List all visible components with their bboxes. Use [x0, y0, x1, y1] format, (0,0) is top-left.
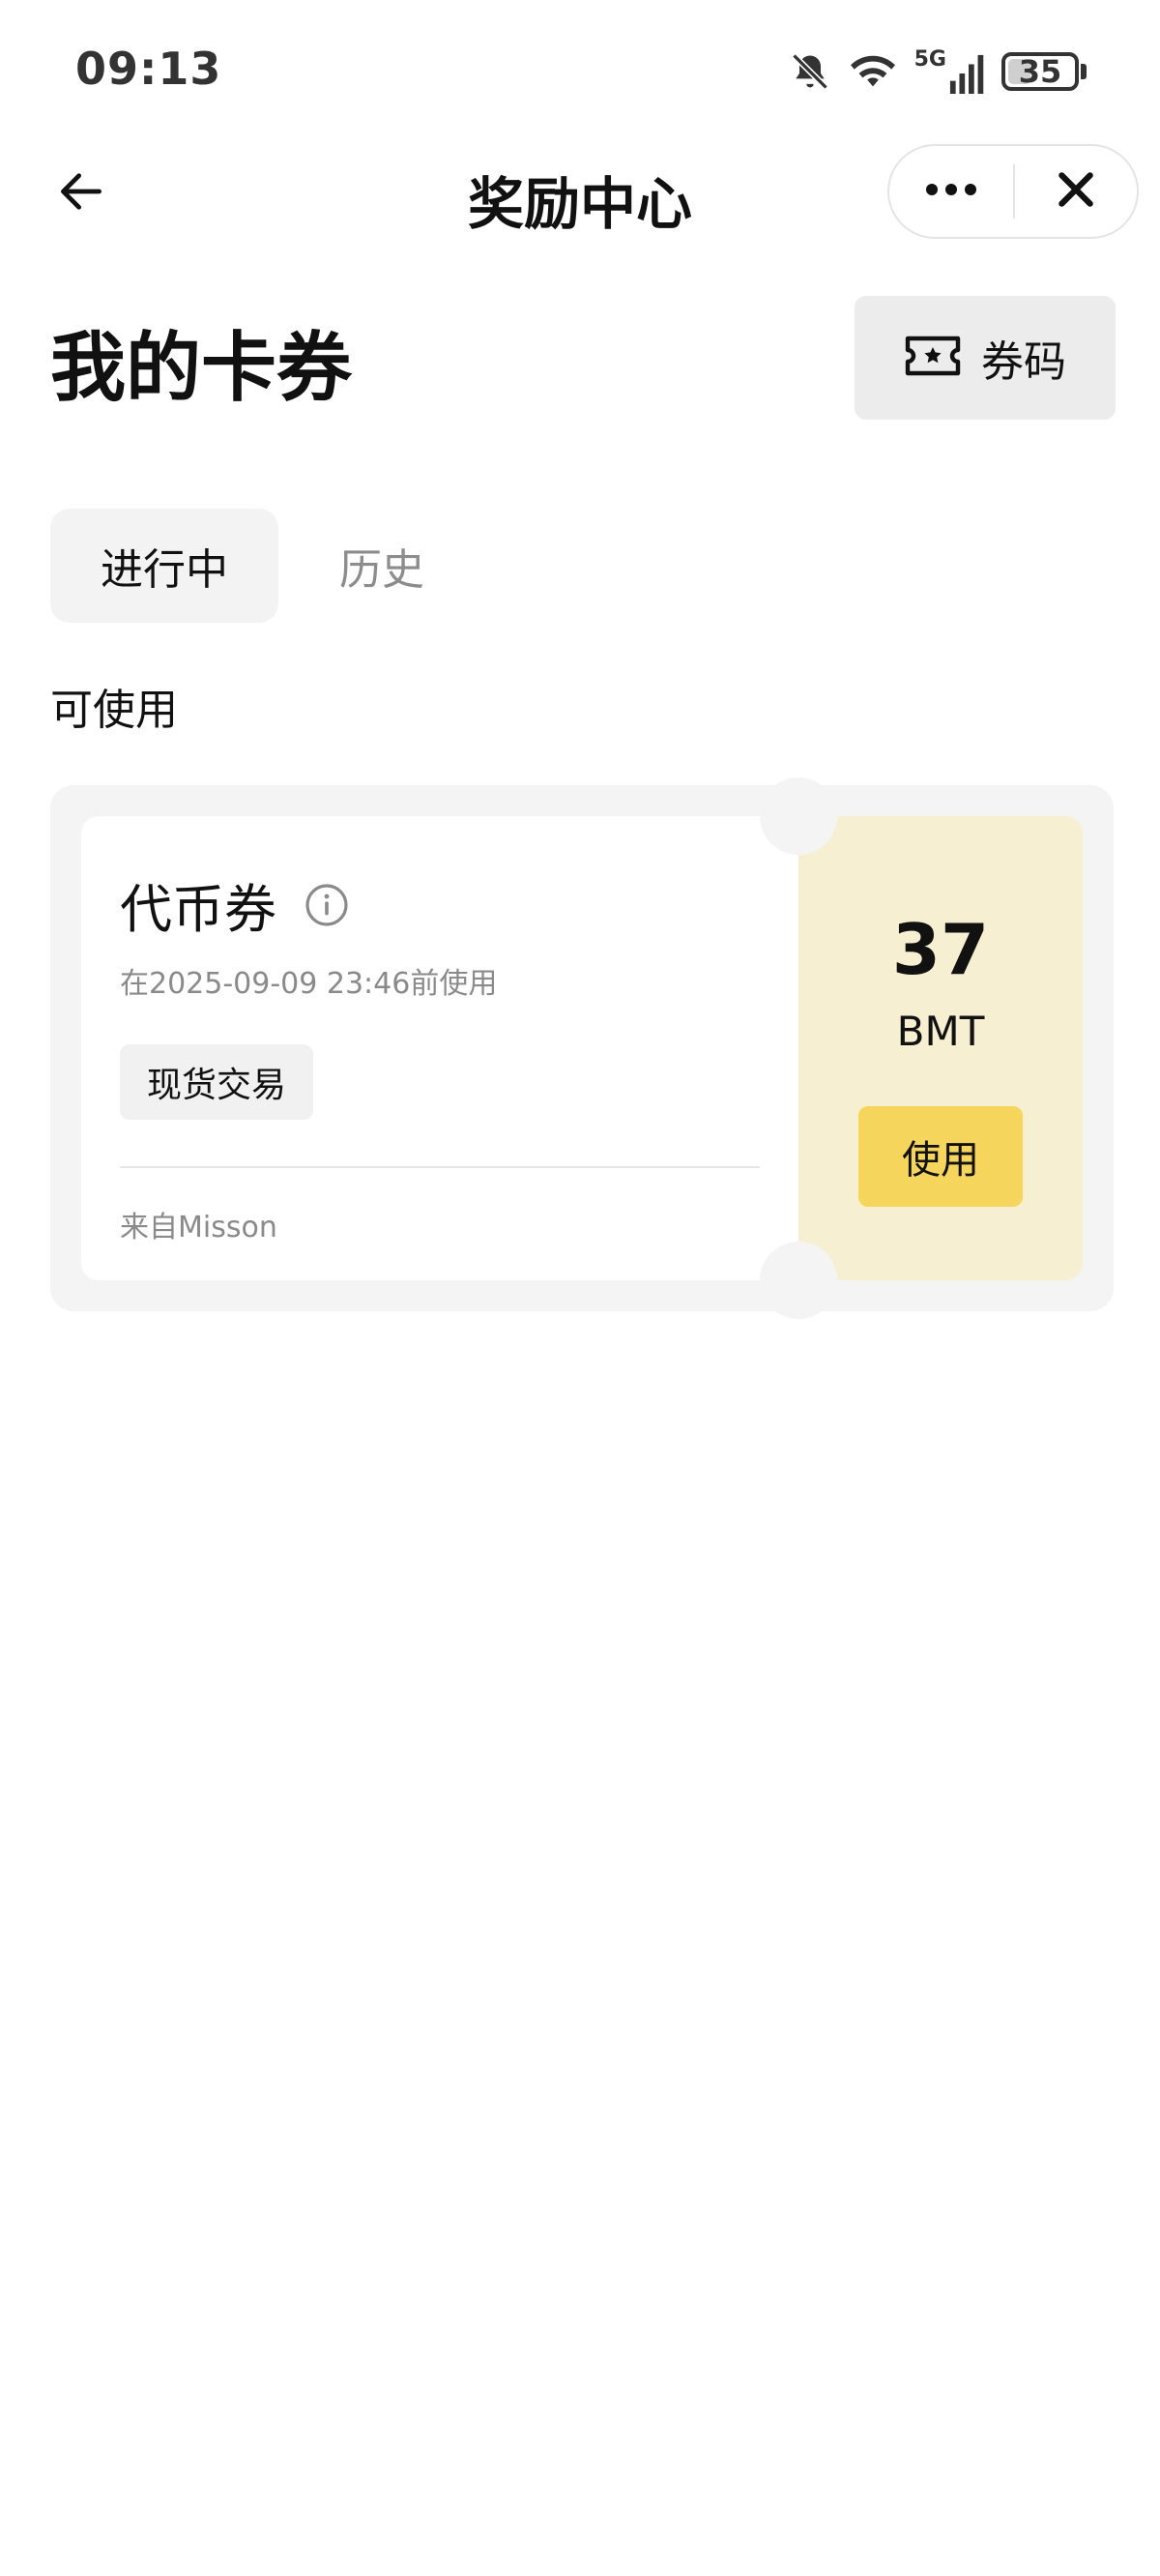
- battery-icon: 35: [1001, 52, 1087, 91]
- coupon-code-label: 券码: [981, 337, 1066, 387]
- coupon-tag: 现货交易: [120, 1044, 314, 1120]
- status-icons: 5G 35: [789, 43, 1087, 101]
- network-label: 5G: [914, 47, 946, 72]
- ticket-star-icon: [904, 334, 962, 382]
- coupon-unit: BMT: [896, 1008, 985, 1055]
- coupon-amount: 37: [891, 909, 990, 990]
- coupon-details: 代币券 在2025-09-09 23:46前使用 现货交易 来自Misson: [81, 816, 798, 1280]
- tab-history[interactable]: 历史: [278, 509, 485, 623]
- ellipsis-icon: [924, 182, 978, 201]
- info-icon[interactable]: [304, 882, 350, 928]
- coupon-expiry: 在2025-09-09 23:46前使用: [120, 967, 498, 1001]
- tab-in-progress[interactable]: 进行中: [50, 509, 278, 623]
- use-button[interactable]: 使用: [858, 1106, 1023, 1207]
- coupon-name: 代币券: [120, 879, 276, 940]
- tab-bar: 进行中 历史: [50, 509, 485, 623]
- bell-off-icon: [789, 50, 831, 93]
- more-button[interactable]: [889, 146, 1013, 237]
- close-icon: [1055, 168, 1097, 215]
- coupon-notch-top: [760, 777, 837, 855]
- coupon-card: 代币券 在2025-09-09 23:46前使用 现货交易 来自Misson 3…: [50, 777, 1114, 1319]
- page-title: 我的卡券: [50, 325, 353, 412]
- coupon-source: 来自Misson: [120, 1211, 277, 1244]
- 5g-signal-icon: 5G: [914, 49, 988, 94]
- coupon-notch-bottom: [760, 1242, 837, 1319]
- close-button[interactable]: [1015, 146, 1137, 237]
- battery: 35: [1001, 52, 1079, 91]
- status-time: 09:13: [75, 43, 222, 95]
- section-label: 可使用: [50, 686, 178, 735]
- mini-program-capsule: [887, 144, 1139, 239]
- wifi-icon: [845, 49, 901, 94]
- coupon-value-panel: 37 BMT 使用: [798, 816, 1083, 1280]
- battery-cap: [1081, 64, 1087, 79]
- coupon-name-row: 代币券: [120, 866, 350, 943]
- coupon-divider: [120, 1166, 760, 1168]
- battery-level: 35: [1018, 53, 1062, 90]
- coupon-code-button[interactable]: 券码: [855, 296, 1116, 420]
- status-bar: 09:13 5G 35: [0, 0, 1160, 135]
- nav-bar: 奖励中心: [0, 135, 1160, 251]
